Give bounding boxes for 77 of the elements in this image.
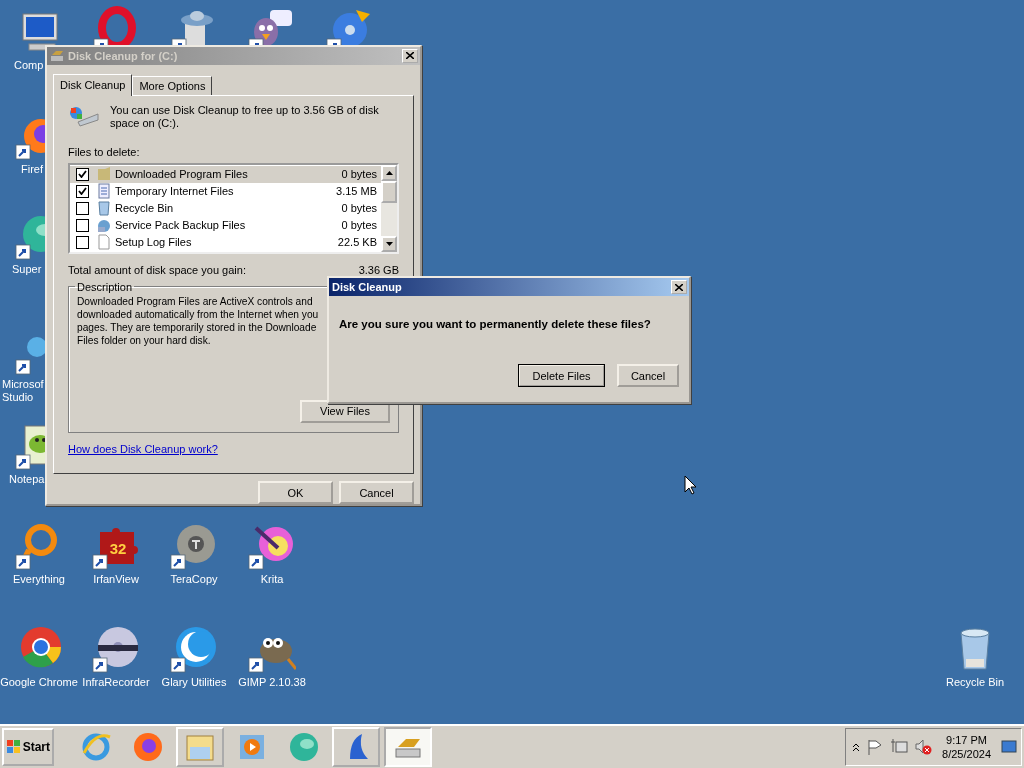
intro-text: You can use Disk Cleanup to free up to 3.56 GB of disk space on (C:). <box>110 103 380 130</box>
clock-date: 8/25/2024 <box>942 747 991 761</box>
dialog-button[interactable]: Cancel <box>617 364 679 387</box>
up-arrow-icon <box>385 170 393 175</box>
globe-icon <box>80 731 112 763</box>
close-icon <box>675 283 683 291</box>
file-row[interactable]: Recycle Bin 0 bytes <box>70 199 381 217</box>
package-icon <box>97 217 111 234</box>
total-label: Total amount of disk space you gain: <box>68 263 246 277</box>
group-legend: Description <box>75 280 135 293</box>
file-name: Setup Log Files <box>115 236 193 249</box>
close-button[interactable] <box>671 280 687 294</box>
file-row[interactable]: Downloaded Program Files 0 bytes <box>70 165 381 183</box>
folder-icon <box>97 166 111 183</box>
help-link[interactable]: How does Disk Cleanup work? <box>68 442 218 455</box>
taskbar-button[interactable] <box>332 727 380 767</box>
file-row[interactable]: Service Pack Backup Files 0 bytes <box>70 216 381 234</box>
icon-label: Notepa <box>9 473 45 486</box>
icon-label: Comp <box>14 59 44 72</box>
icon-label: IrfanView <box>93 573 139 586</box>
checkbox[interactable] <box>76 167 89 181</box>
icon-label: TeraCopy <box>170 573 218 586</box>
sphere-icon <box>288 731 320 763</box>
down-arrow-icon <box>385 241 393 246</box>
file-row[interactable]: Temporary Internet Files 3.15 MB <box>70 182 381 200</box>
trash-icon <box>97 200 111 217</box>
file-name: Downloaded Program Files <box>115 168 249 181</box>
muted-speaker-icon[interactable] <box>914 738 933 756</box>
cursor-icon <box>684 475 697 495</box>
icon-label: Glary Utilities <box>161 676 227 689</box>
file-name: Temporary Internet Files <box>115 185 235 198</box>
icon-label: Microsof Studio <box>2 378 44 404</box>
checkbox[interactable] <box>76 235 89 249</box>
files-label: Files to delete: <box>68 145 141 158</box>
icon-label: InfraRecorder <box>82 676 150 689</box>
chevron-icon[interactable] <box>852 742 861 752</box>
document-icon <box>97 183 111 200</box>
icon-label: GIMP 2.10.38 <box>238 676 306 689</box>
close-button[interactable] <box>402 48 418 63</box>
clock-time: 9:17 PM <box>946 733 987 747</box>
window-title: Disk Cleanup for (C:) <box>68 49 179 62</box>
file-name: Recycle Bin <box>115 202 175 215</box>
description-text: Downloaded Program Files are ActiveX controls and downloaded automatically from the Internet when you pages. They are temporarily stored in the Downloade Files folder on your hard disk. <box>77 294 319 347</box>
tab[interactable]: More Options <box>132 75 213 95</box>
show-desktop-icon[interactable] <box>1001 740 1017 754</box>
network-icon[interactable] <box>890 738 909 756</box>
globe-icon <box>132 731 164 763</box>
close-icon <box>406 52 414 60</box>
drive-icon <box>50 49 64 62</box>
dialog-button[interactable]: Cancel <box>339 481 414 504</box>
start-button[interactable]: Start <box>2 728 54 766</box>
dialog-button[interactable]: OK <box>258 481 333 504</box>
checkbox[interactable] <box>76 201 89 215</box>
scrollbar[interactable] <box>381 164 397 252</box>
dialog-button[interactable]: Delete Files <box>518 364 605 387</box>
icon-label: Super <box>12 263 42 276</box>
icon-label: Google Chrome <box>0 676 78 689</box>
taskbar-button[interactable] <box>384 727 432 767</box>
file-size: 3.15 MB <box>336 185 377 198</box>
icon-label: Everything <box>13 573 65 586</box>
file-size: 22.5 KB <box>337 236 377 249</box>
total-value: 3.36 GB <box>358 263 399 277</box>
icon-label: Recycle Bin <box>945 676 1005 689</box>
tab[interactable]: Disk Cleanup <box>53 73 133 96</box>
file-name: Service Pack Backup Files <box>115 219 247 232</box>
icon-label: Krita <box>260 573 284 586</box>
file-size: 0 bytes <box>341 168 377 181</box>
checkbox[interactable] <box>76 218 89 232</box>
file-size: 0 bytes <box>341 219 377 232</box>
file-row[interactable]: Setup Log Files 22.5 KB <box>70 233 381 251</box>
icon-label: Firef <box>21 163 43 176</box>
file-size: 0 bytes <box>341 202 377 215</box>
confirm-message: Are you sure you want to permanently delete these files? <box>339 318 652 330</box>
dialog-title: Disk Cleanup <box>332 281 403 293</box>
checkbox[interactable] <box>76 184 89 198</box>
page-icon <box>97 234 111 251</box>
windows-flag-icon <box>6 739 21 755</box>
